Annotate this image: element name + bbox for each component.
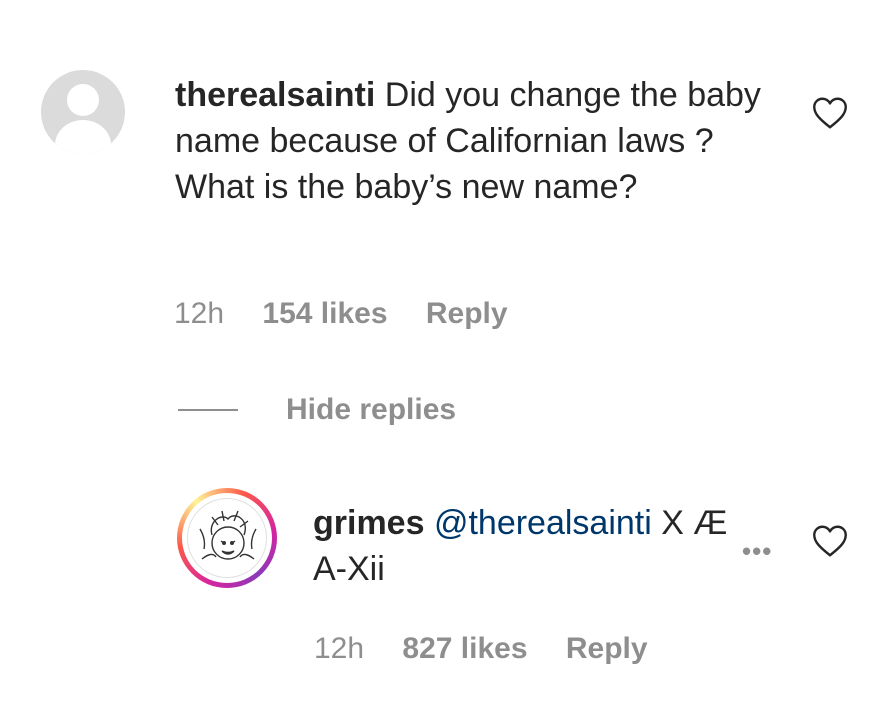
reply-body: grimes @therealsainti X Æ A-Xii [313,500,733,592]
more-options-icon[interactable]: ••• [742,536,772,567]
reply-reply-button[interactable]: Reply [566,632,648,665]
reply-username[interactable]: grimes [313,504,425,542]
comment-item: therealsainti Did you change the baby na… [0,0,880,360]
reply-likes[interactable]: 827 likes [402,632,527,665]
story-avatar[interactable] [177,488,277,588]
reply-meta: 12h 827 likes Reply [314,632,678,666]
hide-replies-label: Hide replies [286,393,457,426]
default-avatar-icon[interactable] [41,70,125,154]
reply-timestamp[interactable]: 12h [314,632,364,665]
comment-likes[interactable]: 154 likes [262,297,387,330]
reply-mention[interactable]: @therealsainti [434,504,652,542]
comment-reply-button[interactable]: Reply [426,297,508,330]
reply-text-line2: A-Xii [313,550,385,588]
comment-meta: 12h 154 likes Reply [174,297,538,331]
hide-replies-button[interactable]: Hide replies [178,390,456,430]
avatar [187,498,267,578]
heart-icon[interactable] [812,524,848,558]
comment-body: therealsainti Did you change the baby na… [175,72,775,210]
replies-divider [178,409,238,411]
heart-icon[interactable] [812,96,848,130]
reply-text-tail: X Æ [661,504,728,542]
comment-timestamp[interactable]: 12h [174,297,224,330]
comment-username[interactable]: therealsainti [175,76,375,114]
